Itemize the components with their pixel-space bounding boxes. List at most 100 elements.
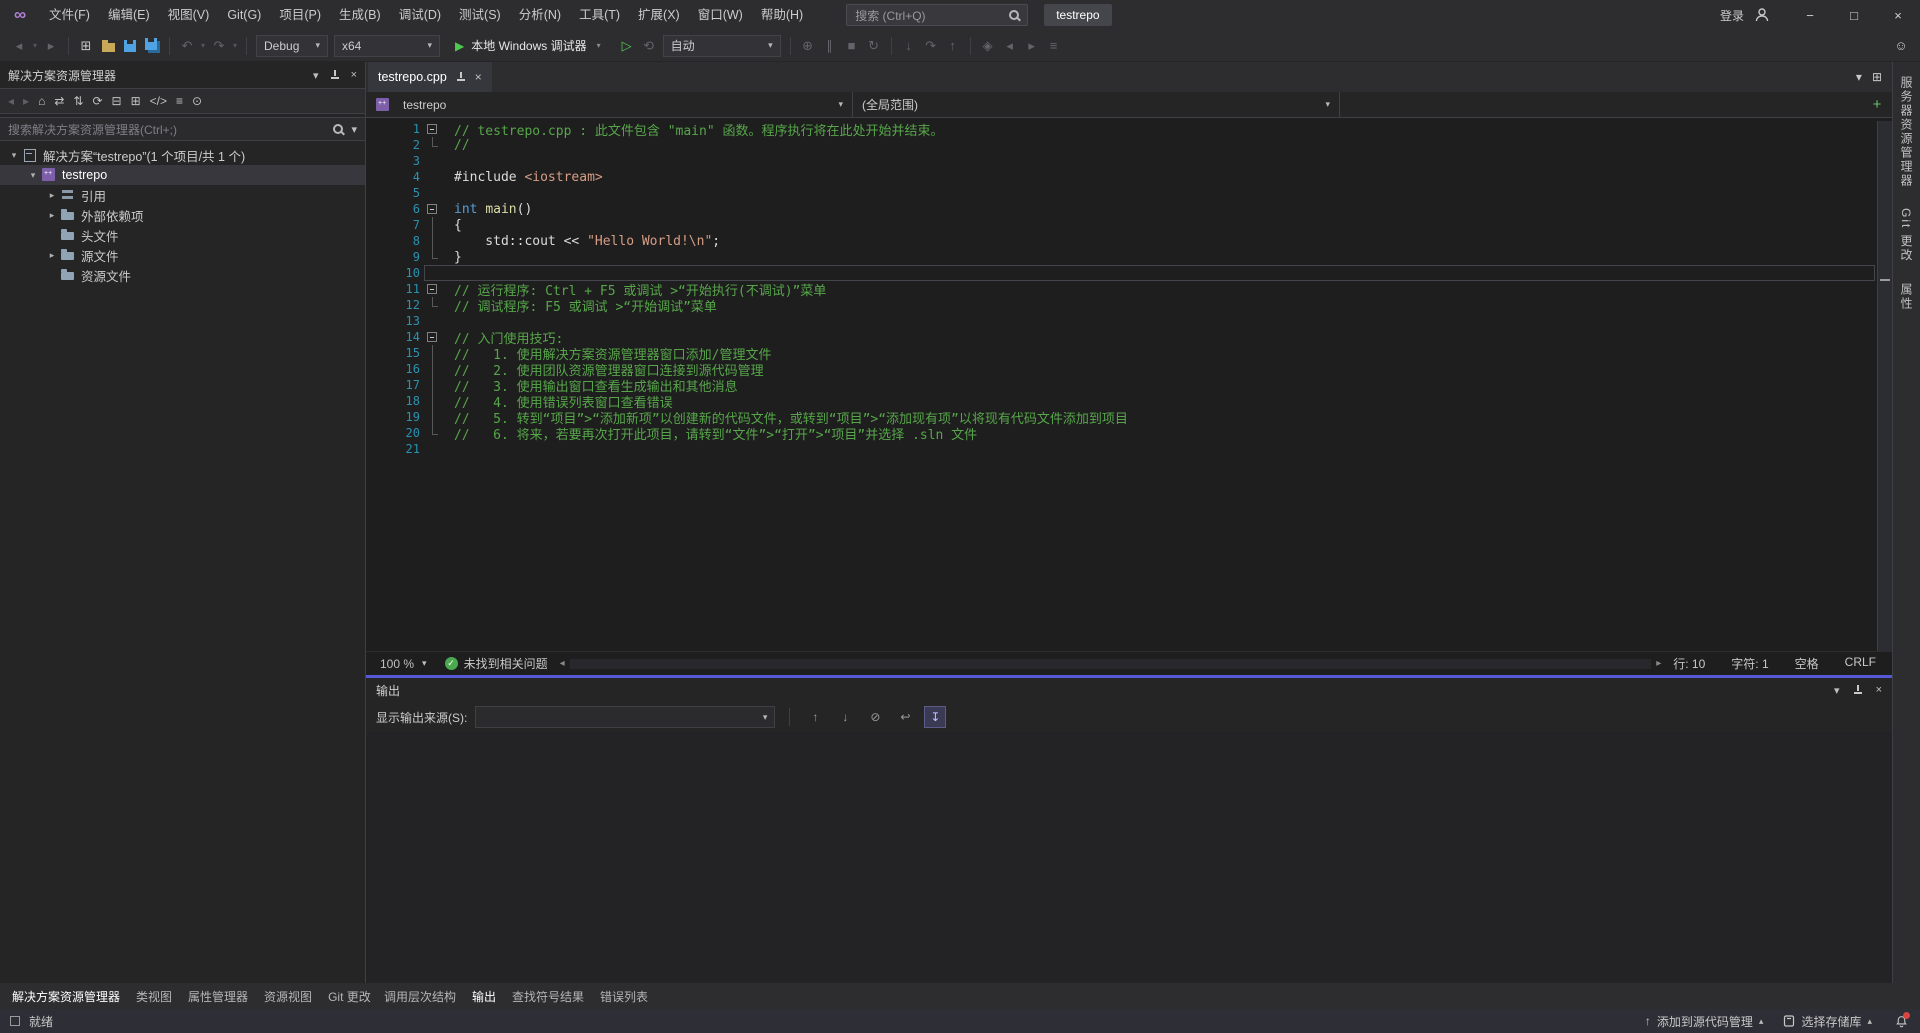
menu-item-项目(P)[interactable]: 项目(P) [270, 0, 330, 30]
line-number[interactable]: 4 [366, 170, 420, 184]
line-number[interactable]: 10 [366, 266, 420, 280]
undo-caret-icon[interactable]: ▾ [198, 41, 208, 50]
tree-forward-icon[interactable]: ▸ [23, 94, 29, 108]
home-icon[interactable]: ⌂ [38, 94, 45, 108]
line-number[interactable]: 21 [366, 442, 420, 456]
bookmark-window-icon[interactable]: ≡ [1043, 34, 1065, 58]
collapse-all-icon[interactable]: ⊟ [112, 94, 122, 108]
line-number[interactable]: 13 [366, 314, 420, 328]
quick-search-box[interactable]: 搜索 (Ctrl+Q) [846, 4, 1028, 26]
scroll-left-icon[interactable]: ◂ [560, 658, 565, 669]
type-scope-dropdown[interactable]: (全局范围) ▾ [853, 92, 1340, 117]
spaces-indicator[interactable]: 空格 [1795, 655, 1819, 672]
solution-configurations-dropdown[interactable]: Debug ▾ [256, 35, 328, 57]
code-line[interactable]: 21 [366, 441, 1877, 457]
fold-collapse-icon[interactable] [427, 204, 437, 214]
menu-item-文件(F)[interactable]: 文件(F) [40, 0, 99, 30]
line-number[interactable]: 15 [366, 346, 420, 360]
document-tab-testrepo-cpp[interactable]: testrepo.cpp × [368, 62, 492, 92]
fold-collapse-icon[interactable] [427, 332, 437, 342]
active-files-dropdown-icon[interactable]: ▾ [1856, 70, 1862, 84]
solution-platforms-dropdown[interactable]: x64 ▾ [334, 35, 440, 57]
search-options-icon[interactable]: ▾ [351, 123, 357, 136]
tree-chevron-icon[interactable]: ▸ [44, 250, 60, 261]
view-code-icon[interactable]: </> [150, 94, 167, 108]
tree-chevron-icon[interactable]: ▸ [44, 190, 60, 201]
scrollbar-track[interactable] [570, 659, 1652, 669]
panel-tab-资源视图[interactable]: 资源视图 [256, 983, 320, 1010]
tool-tab-属性[interactable]: 属性 [1898, 283, 1915, 311]
add-to-source-control-button[interactable]: ↑ 添加到源代码管理 ▴ [1645, 1013, 1764, 1030]
panel-tab-查找符号结果[interactable]: 查找符号结果 [504, 983, 592, 1010]
attach-to-process-icon[interactable]: ⊕ [797, 34, 819, 58]
panel-tab-解决方案资源管理器[interactable]: 解决方案资源管理器 [4, 983, 128, 1010]
line-number[interactable]: 11 [366, 282, 420, 296]
code-line[interactable]: 1// testrepo.cpp : 此文件包含 "main" 函数。程序执行将… [366, 121, 1877, 137]
pin-icon[interactable] [1852, 684, 1864, 696]
code-line[interactable]: 13 [366, 313, 1877, 329]
line-number[interactable]: 18 [366, 394, 420, 408]
scroll-right-icon[interactable]: ▸ [1656, 658, 1661, 669]
line-number[interactable]: 5 [366, 186, 420, 200]
window-position-icon[interactable]: ▾ [1834, 684, 1840, 697]
output-content[interactable] [366, 732, 1892, 983]
menu-item-工具(T)[interactable]: 工具(T) [570, 0, 629, 30]
close-button[interactable]: × [1876, 0, 1920, 30]
properties-icon[interactable]: ≡ [176, 94, 183, 108]
code-line[interactable]: 9} [366, 249, 1877, 265]
line-number[interactable]: 7 [366, 218, 420, 232]
zoom-dropdown[interactable]: 100 % ▾ [372, 657, 435, 671]
tree-item-头文件[interactable]: 头文件 [0, 225, 365, 245]
user-icon[interactable] [1754, 7, 1770, 23]
line-number[interactable]: 1 [366, 122, 420, 136]
document-health-indicator[interactable]: ✓ 未找到相关问题 [445, 655, 548, 672]
redo-icon[interactable]: ↷ [208, 34, 230, 58]
fold-collapse-icon[interactable] [427, 284, 437, 294]
tree-item-源文件[interactable]: ▸源文件 [0, 245, 365, 265]
code-line[interactable]: 6int main() [366, 201, 1877, 217]
next-message-icon[interactable]: ↓ [834, 706, 856, 728]
panel-tab-错误列表[interactable]: 错误列表 [592, 983, 656, 1010]
clear-all-icon[interactable]: ⊘ [864, 706, 886, 728]
close-icon[interactable]: × [1876, 684, 1882, 696]
pin-icon[interactable] [329, 69, 341, 81]
break-all-icon[interactable]: ∥ [819, 34, 841, 58]
line-number[interactable]: 19 [366, 410, 420, 424]
menu-item-编辑(E)[interactable]: 编辑(E) [99, 0, 159, 30]
line-number[interactable]: 8 [366, 234, 420, 248]
code-line[interactable]: 7{ [366, 217, 1877, 233]
fold-collapse-icon[interactable] [427, 124, 437, 134]
window-position-icon[interactable]: ▾ [313, 69, 319, 82]
tree-item-资源文件[interactable]: 资源文件 [0, 265, 365, 285]
navigate-backward-icon[interactable]: ◂ [8, 34, 30, 58]
line-number[interactable]: 17 [366, 378, 420, 392]
line-number[interactable]: 6 [366, 202, 420, 216]
save-icon[interactable] [119, 34, 141, 58]
navigate-forward-icon[interactable]: ▸ [40, 34, 62, 58]
tree-item-testrepo[interactable]: ▾testrepo [0, 165, 365, 185]
solution-explorer-search[interactable]: 搜索解决方案资源管理器(Ctrl+;) ▾ [0, 117, 365, 141]
tab-options-icon[interactable]: ⊞ [1872, 70, 1882, 84]
column-indicator[interactable]: 字符: 1 [1731, 655, 1768, 672]
show-all-files-icon[interactable]: ⊞ [131, 94, 141, 108]
send-feedback-icon[interactable]: ☺ [1890, 34, 1912, 58]
tree-item-解决方案“testrepo”(1 个项目/共 1 个)[interactable]: ▾解决方案“testrepo”(1 个项目/共 1 个) [0, 145, 365, 165]
close-icon[interactable]: × [351, 69, 357, 81]
tree-back-icon[interactable]: ◂ [8, 94, 14, 108]
menu-item-调试(D)[interactable]: 调试(D) [390, 0, 450, 30]
code-line[interactable]: 4#include <iostream> [366, 169, 1877, 185]
step-over-icon[interactable]: ↷ [920, 34, 942, 58]
menu-item-扩展(X)[interactable]: 扩展(X) [629, 0, 689, 30]
next-bookmark-icon[interactable]: ▸ [1021, 34, 1043, 58]
sign-in-link[interactable]: 登录 [1720, 7, 1744, 24]
menu-item-测试(S)[interactable]: 测试(S) [450, 0, 510, 30]
background-tasks-icon[interactable] [10, 1016, 20, 1026]
preview-selected-icon[interactable]: ⊙ [192, 94, 202, 108]
step-out-icon[interactable]: ↑ [942, 34, 964, 58]
project-scope-dropdown[interactable]: testrepo ▾ [366, 92, 853, 117]
code-line[interactable]: 8 std::cout << "Hello World!\n"; [366, 233, 1877, 249]
refresh-icon[interactable]: ⟳ [92, 94, 102, 108]
autoscroll-icon[interactable]: ↧ [924, 706, 946, 728]
code-line[interactable]: 20// 6. 将来，若要再次打开此项目，请转到“文件”>“打开”>“项目”并选… [366, 425, 1877, 441]
tree-chevron-icon[interactable]: ▾ [25, 170, 41, 181]
